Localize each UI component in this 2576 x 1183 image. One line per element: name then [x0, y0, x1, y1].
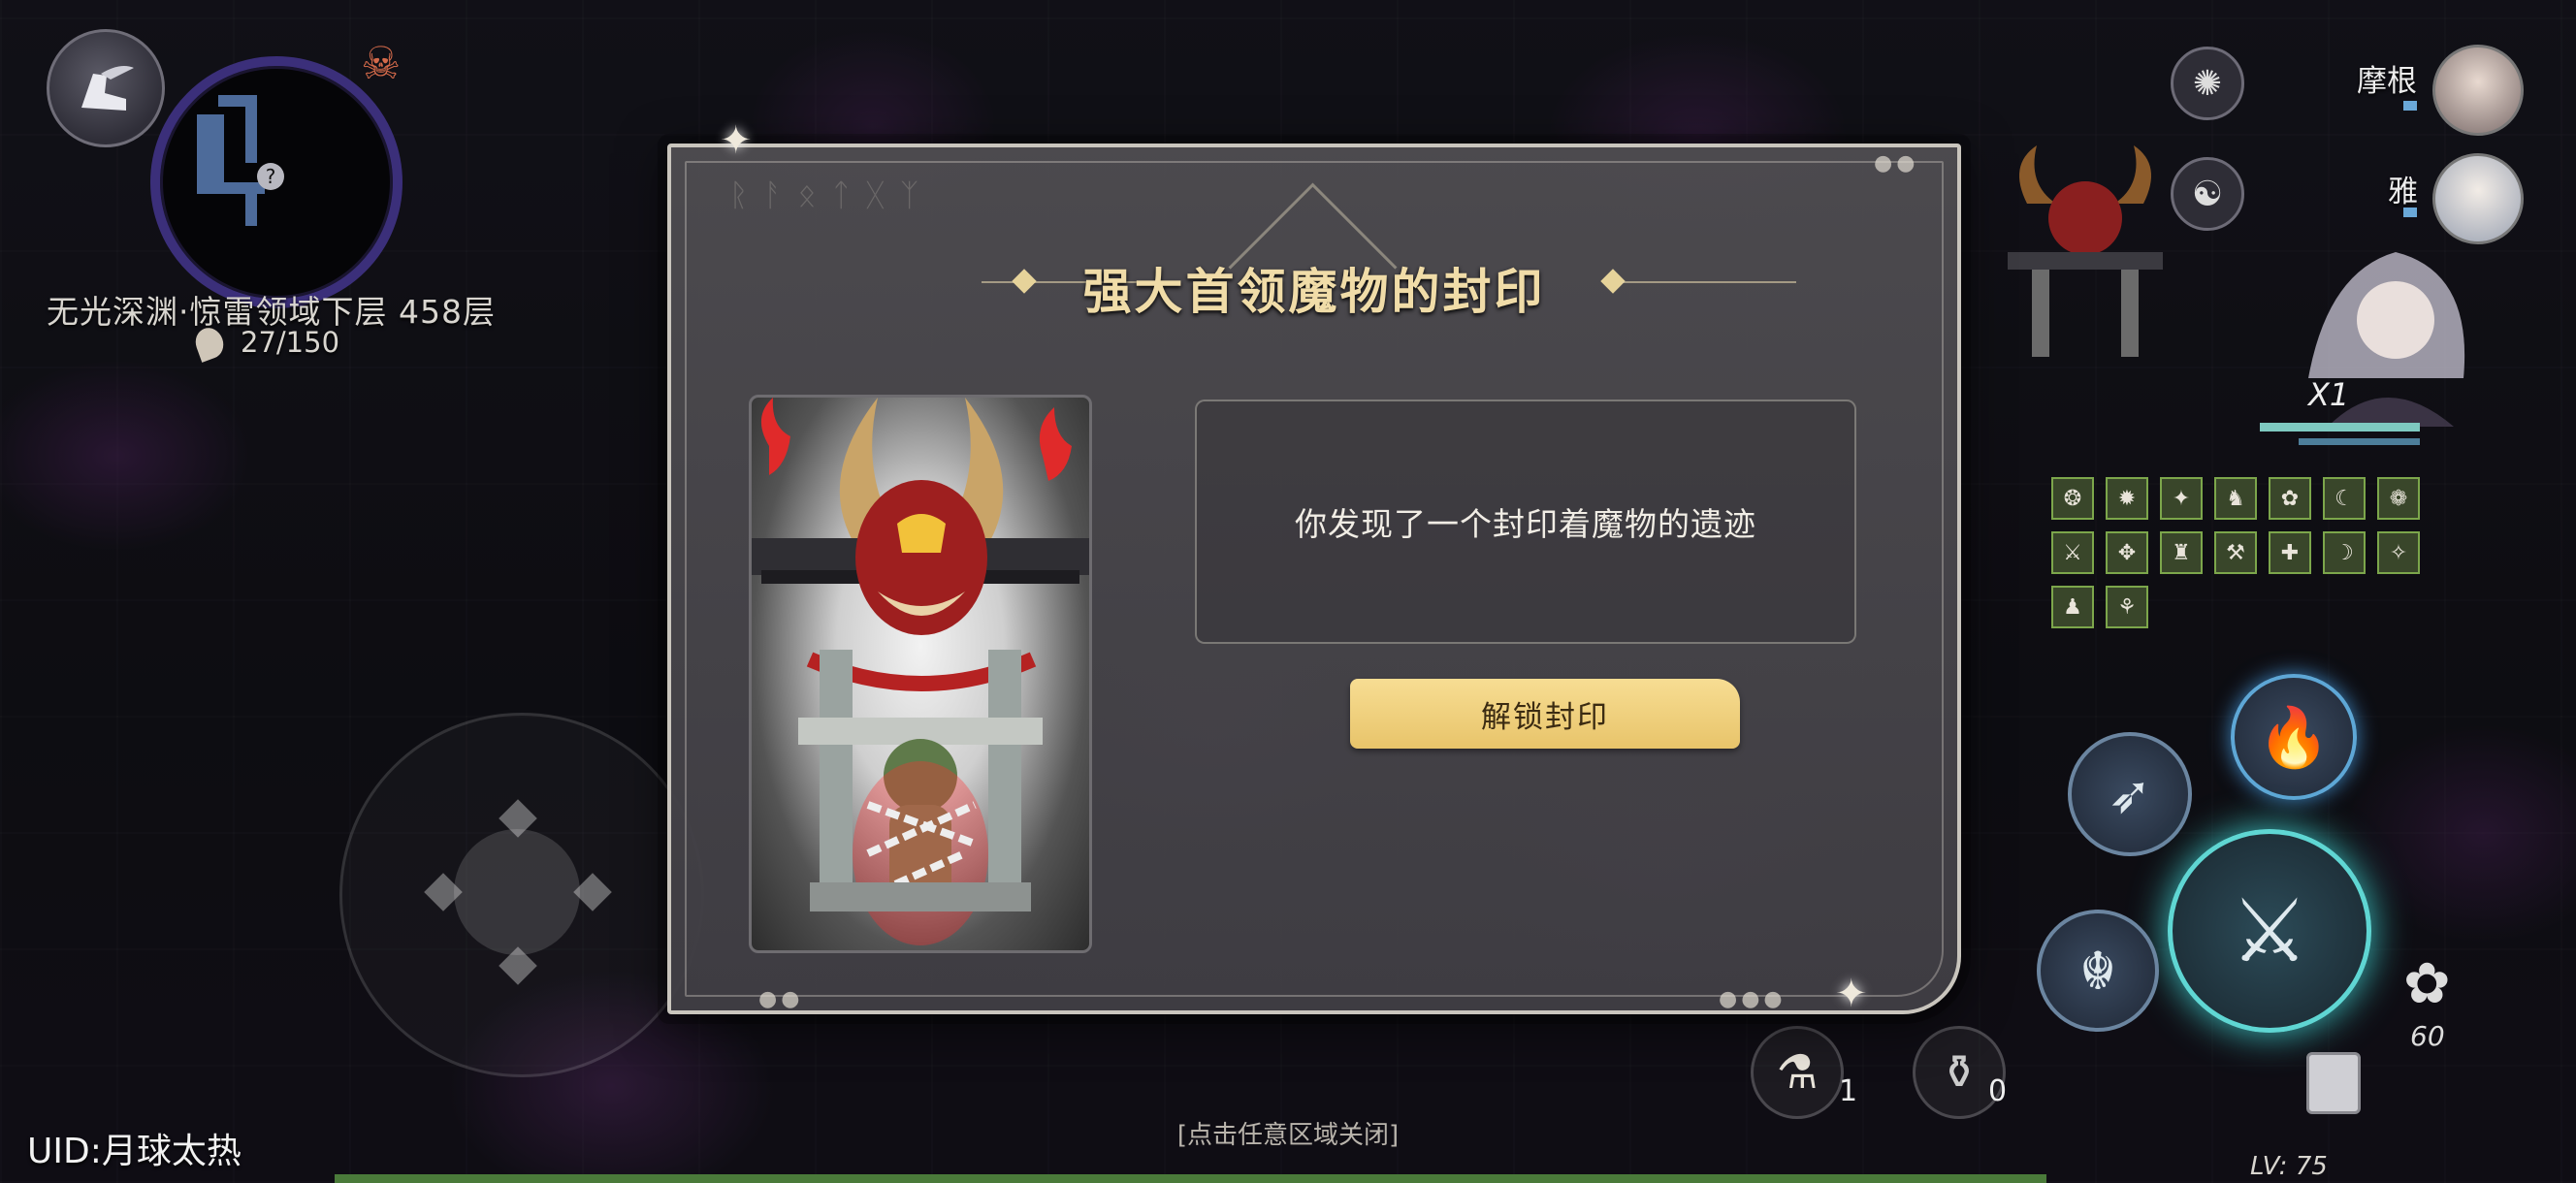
title-rule-right	[1622, 281, 1796, 283]
buff-icon[interactable]: ✥	[2106, 531, 2148, 574]
pet-count: 60	[2410, 1020, 2445, 1052]
buff-icon[interactable]: ✧	[2377, 531, 2420, 574]
sword-attack-icon[interactable]: ⚔	[2168, 829, 2371, 1033]
sealed-demon-illustration	[752, 398, 1089, 945]
unknown-room-icon: ?	[257, 163, 284, 190]
stamina-counter: 27/150	[241, 326, 340, 359]
combo-multiplier: X1	[2308, 376, 2350, 413]
flame-swirl-icon[interactable]: ✺	[2171, 47, 2244, 120]
empty-potion-count: 0	[1988, 1074, 2008, 1108]
buff-icon[interactable]: ⚘	[2106, 586, 2148, 628]
joystick-thumb[interactable]	[454, 829, 580, 955]
party-member-name: 摩根	[2357, 64, 2417, 99]
summon-skill-icon[interactable]: ☬	[2037, 910, 2159, 1032]
bag-icon[interactable]	[2306, 1052, 2361, 1114]
rune-decoration: ᚱᚨᛟᛏᚷᛉ	[729, 176, 935, 213]
hero-health-bar	[2260, 423, 2420, 432]
experience-bar	[335, 1174, 2046, 1183]
dialog-message: 你发现了一个封印着魔物的遗迹	[1295, 505, 1756, 543]
boss-seal-card	[749, 395, 1092, 953]
message-panel: 你发现了一个封印着魔物的遗迹	[1195, 400, 1856, 644]
red-potion-count: 1	[1839, 1074, 1858, 1108]
boss-idol-sprite	[2008, 145, 2163, 357]
party-member-mana	[2403, 208, 2417, 217]
dialog-header: 强大首领魔物的封印	[671, 240, 1957, 327]
buff-icon[interactable]: ✚	[2269, 531, 2311, 574]
red-potion-icon[interactable]: ⚗	[1751, 1026, 1844, 1119]
buff-icon[interactable]: ⚒	[2214, 531, 2257, 574]
buff-icon[interactable]: ♟	[2051, 586, 2094, 628]
corner-dots: ●●●	[1719, 987, 1787, 1011]
player-level: LV: 75	[2250, 1152, 2328, 1181]
buff-icon[interactable]: ✿	[2269, 477, 2311, 520]
corner-dots: ●●	[1874, 151, 1919, 176]
sparkle-icon: ✦	[720, 118, 753, 163]
buff-icon[interactable]: ✦	[2160, 477, 2203, 520]
party-member-name: 雅	[2388, 175, 2418, 209]
hero-energy-bar	[2299, 438, 2420, 445]
buff-icon[interactable]: ♜	[2160, 531, 2203, 574]
buff-icon[interactable]: ♞	[2214, 477, 2257, 520]
close-hint: [点击任意区域关闭]	[1176, 1121, 1400, 1150]
buff-icon[interactable]: ⚔	[2051, 531, 2094, 574]
party-member-mana	[2403, 101, 2417, 111]
buff-icon[interactable]: ☾	[2323, 477, 2366, 520]
dialog-title: 强大首领魔物的封印	[1082, 264, 1546, 320]
party-member-avatar[interactable]	[2432, 153, 2524, 244]
party-member-avatar[interactable]	[2432, 45, 2524, 136]
buff-list: ❂ ✹ ✦ ♞ ✿ ☾ ❁ ⚔ ✥ ♜ ⚒ ✚ ☽ ✧ ♟ ⚘	[2051, 477, 2420, 628]
buff-icon[interactable]: ✹	[2106, 477, 2148, 520]
pet-icon[interactable]: ✿	[2403, 950, 2451, 1016]
sparkle-icon: ✦	[1835, 972, 1868, 1016]
unlock-seal-button[interactable]: 解锁封印	[1350, 679, 1740, 749]
diamond-icon	[1012, 269, 1037, 294]
dash-skill-icon[interactable]: ➶	[2068, 732, 2192, 856]
fire-skill-icon[interactable]: 🔥	[2231, 674, 2357, 800]
buff-icon[interactable]: ❂	[2051, 477, 2094, 520]
skull-icon: ☠	[361, 37, 402, 89]
winged-boot-icon[interactable]	[47, 29, 165, 147]
minimap[interactable]: ?	[150, 56, 402, 308]
buff-icon[interactable]: ❁	[2377, 477, 2420, 520]
corner-dots: ●●	[758, 987, 804, 1011]
buff-icon[interactable]: ☽	[2323, 531, 2366, 574]
seal-dialog[interactable]: ᚱᚨᛟᛏᚷᛉ ✦ ✦ ●● ●●● ●● 强大首领魔物的封印 你发现了一个封印着…	[667, 118, 1961, 1016]
